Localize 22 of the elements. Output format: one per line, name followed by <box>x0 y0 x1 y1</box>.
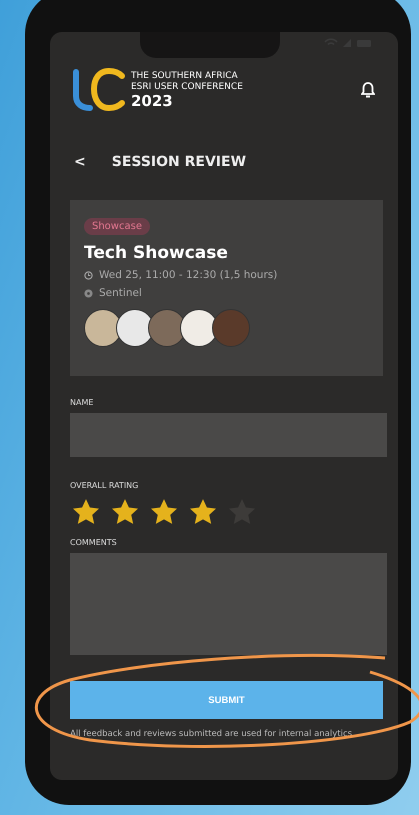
avatar <box>212 309 250 347</box>
comments-field[interactable] <box>70 553 387 655</box>
conference-logo-text: THE SOUTHERN AFRICA ESRI USER CONFERENCE 2023 <box>131 70 243 110</box>
bell-icon[interactable] <box>361 82 375 98</box>
conference-logo-icon <box>70 68 126 112</box>
back-button[interactable]: < <box>70 154 90 170</box>
session-title: Tech Showcase <box>84 243 228 263</box>
star-icon[interactable] <box>190 499 216 524</box>
clock-icon <box>84 270 93 280</box>
star-icon[interactable] <box>73 499 99 524</box>
star-icon[interactable] <box>151 499 177 524</box>
page-title: SESSION REVIEW <box>112 154 246 170</box>
session-time: Wed 25, 11:00 - 12:30 (1,5 hours) <box>99 269 278 281</box>
location-icon <box>84 288 93 298</box>
field-label: COMMENTS <box>70 538 118 547</box>
star-icon[interactable] <box>112 499 138 524</box>
name-field[interactable] <box>70 413 387 457</box>
session-location: Sentinel <box>99 287 142 299</box>
star-rating[interactable] <box>73 499 255 524</box>
field-label: OVERALL RATING <box>70 481 140 490</box>
session-tag: Showcase <box>84 218 150 235</box>
field-label: NAME <box>70 398 94 407</box>
